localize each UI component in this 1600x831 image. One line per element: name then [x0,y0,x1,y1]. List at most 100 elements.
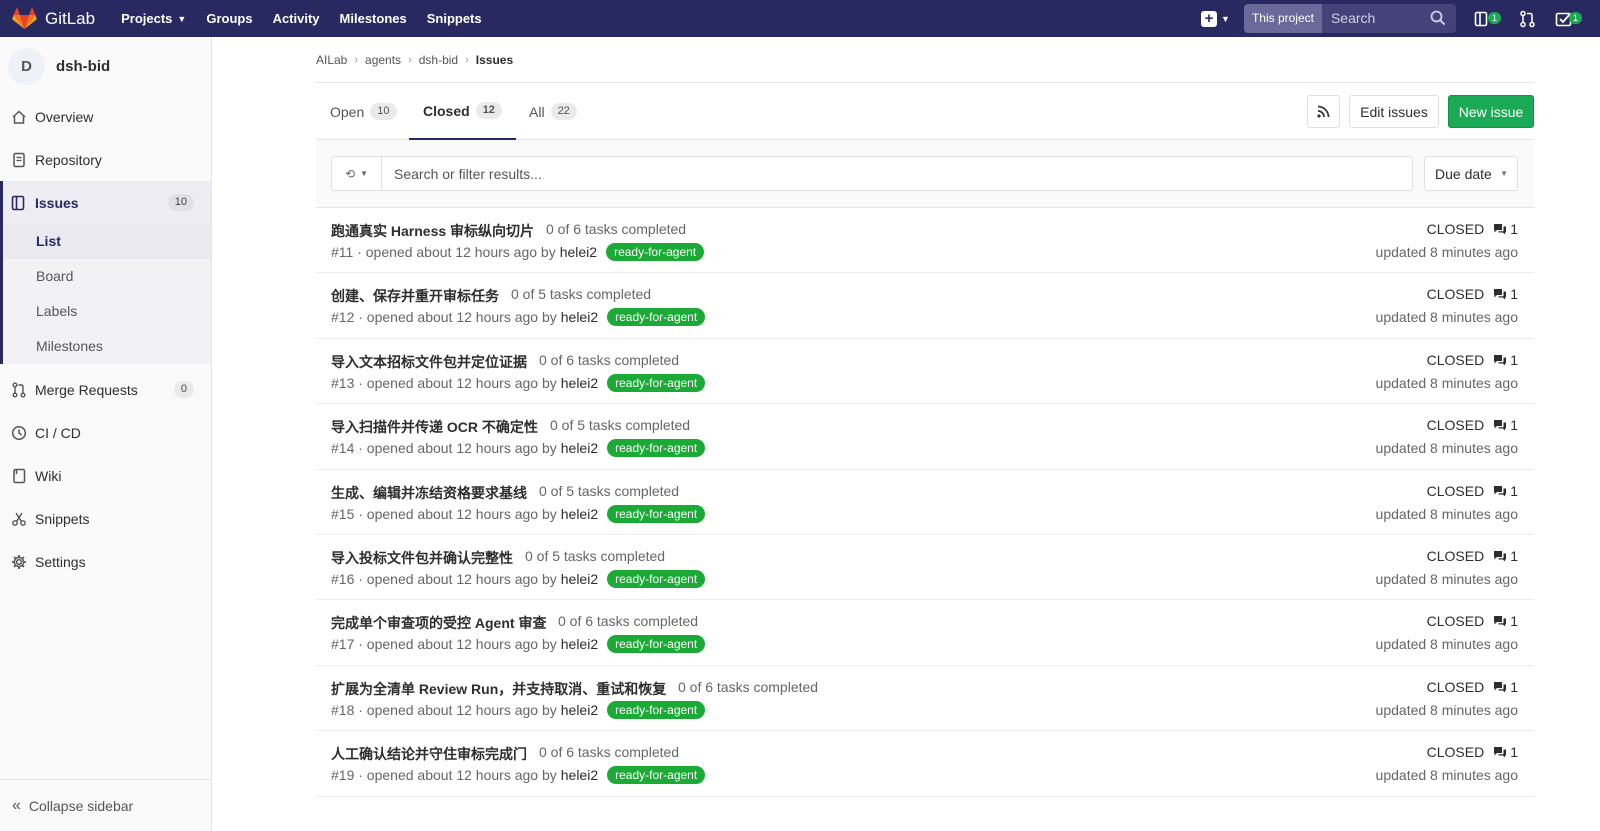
issue-comments-link[interactable]: 1 [1493,286,1518,302]
sidebar-item-issues[interactable]: Issues 10 [0,181,211,224]
nav-activity[interactable]: Activity [273,11,320,26]
issue-meta-text: #19 · opened about 12 hours ago by [331,767,557,784]
search-input[interactable]: Search [1321,4,1456,33]
issue-label-badge[interactable]: ready-for-agent [607,766,706,785]
todos-nav-button[interactable]: 1 [1555,10,1582,28]
issue-comments-link[interactable]: 1 [1493,613,1518,629]
sidebar-item-merge-requests[interactable]: Merge Requests 0 [0,368,211,411]
chevron-right-icon: › [354,53,359,66]
new-dropdown-button[interactable]: + ▼ [1201,10,1230,27]
issue-comments-link[interactable]: 1 [1493,744,1518,760]
issue-updated-time: updated 8 minutes ago [1375,244,1518,260]
breadcrumb-subgroup[interactable]: agents [365,53,401,67]
nav-milestones[interactable]: Milestones [340,11,407,26]
issue-title[interactable]: 生成、编辑并冻结资格要求基线 [331,483,527,503]
sidebar-project-header[interactable]: D dsh-bid [0,37,211,95]
sort-dropdown[interactable]: Due date ▼ [1424,156,1518,191]
issue-updated-time: updated 8 minutes ago [1375,309,1518,326]
rss-button[interactable] [1307,95,1340,128]
issue-comments-link[interactable]: 1 [1493,352,1518,368]
issue-comments-link[interactable]: 1 [1493,483,1518,499]
pipeline-icon [11,425,27,441]
sidebar-subitem-list[interactable]: List [3,224,211,259]
issue-row: 导入扫描件并传递 OCR 不确定性 0 of 5 tasks completed… [316,404,1534,470]
issue-author-link[interactable]: helei2 [560,244,597,260]
collapse-sidebar-label: Collapse sidebar [28,797,134,814]
issue-author-link[interactable]: helei2 [561,506,598,522]
issue-label-badge[interactable]: ready-for-agent [607,439,706,458]
sidebar-item-overview[interactable]: Overview [0,95,211,138]
gitlab-logo-link[interactable]: GitLab [12,0,95,37]
issue-row: 生成、编辑并冻结资格要求基线 0 of 5 tasks completed #1… [316,470,1534,535]
issue-author-link[interactable]: helei2 [561,309,598,325]
issues-count-badge: 10 [167,194,194,211]
issue-title[interactable]: 导入扫描件并传递 OCR 不确定性 [331,417,538,437]
issue-title[interactable]: 人工确认结论并守住审标完成门 [331,744,527,764]
issue-title[interactable]: 扩展为全清单 Review Run，并支持取消、重试和恢复 [331,679,666,699]
issue-status: CLOSED 1 [1427,417,1518,433]
issue-status: CLOSED 1 [1427,352,1518,368]
issues-nav-button[interactable]: 1 [1474,10,1501,28]
sidebar-item-label: Repository [35,151,102,168]
issue-author-link[interactable]: helei2 [561,767,598,783]
breadcrumb-current[interactable]: Issues [476,53,513,67]
nav-snippets[interactable]: Snippets [427,11,482,26]
issue-task-status: 0 of 5 tasks completed [550,417,691,434]
gear-icon [11,554,27,570]
sidebar-item-settings[interactable]: Settings [0,540,211,583]
sort-label: Due date [1435,165,1492,182]
issue-title[interactable]: 创建、保存并重开审标任务 [331,286,499,306]
issue-label-badge[interactable]: ready-for-agent [607,373,706,392]
top-navbar: GitLab Projects ▼ Groups Activity Milesto… [0,0,1600,37]
issue-comments-link[interactable]: 1 [1493,221,1518,237]
issue-comments-link[interactable]: 1 [1493,679,1518,695]
sidebar-subitem-board[interactable]: Board [3,259,211,294]
project-avatar: D [8,47,45,85]
issue-label-badge[interactable]: ready-for-agent [607,700,706,719]
tab-closed[interactable]: Closed 12 [409,83,516,140]
issue-title[interactable]: 导入投标文件包并确认完整性 [331,548,513,568]
sidebar-item-snippets[interactable]: Snippets [0,497,211,540]
merge-requests-nav-button[interactable] [1519,10,1537,28]
issue-title[interactable]: 导入文本招标文件包并定位证据 [331,352,527,372]
issue-comments-link[interactable]: 1 [1493,548,1518,564]
issue-author-link[interactable]: helei2 [561,375,598,391]
issue-label-badge[interactable]: ready-for-agent [607,635,706,654]
issue-author-link[interactable]: helei2 [561,636,598,652]
issue-title[interactable]: 跑通真实 Harness 审标纵向切片 [331,221,534,241]
issue-label-badge[interactable]: ready-for-agent [607,504,706,523]
issue-author-link[interactable]: helei2 [561,440,598,456]
issue-comment-count: 1 [1510,417,1518,434]
issue-row: 导入投标文件包并确认完整性 0 of 5 tasks completed #16… [316,535,1534,601]
issue-meta-text: #13 · opened about 12 hours ago by [331,374,557,391]
sidebar-item-wiki[interactable]: Wiki [0,454,211,497]
issue-row: 人工确认结论并守住审标完成门 0 of 6 tasks completed #1… [316,731,1534,797]
issue-label-badge[interactable]: ready-for-agent [607,569,706,588]
issue-meta-text: #15 · opened about 12 hours ago by [331,505,557,522]
issue-comment-count: 1 [1510,221,1518,237]
tab-open[interactable]: Open 10 [316,83,411,140]
sidebar-subitem-milestones[interactable]: Milestones [3,329,211,364]
issue-label-badge[interactable]: ready-for-agent [606,243,705,261]
issue-label-badge[interactable]: ready-for-agent [607,308,706,327]
nav-projects[interactable]: Projects ▼ [121,11,186,26]
issue-meta: #13 · opened about 12 hours ago by helei… [331,373,706,392]
recent-searches-button[interactable]: ⟲ ▼ [332,157,382,190]
breadcrumb-project[interactable]: dsh-bid [419,53,458,67]
nav-groups[interactable]: Groups [206,11,252,26]
breadcrumb-group[interactable]: AILab [316,53,347,67]
sidebar-item-cicd[interactable]: CI / CD [0,411,211,454]
search-scope[interactable]: This project [1243,4,1322,33]
sidebar-subitem-labels[interactable]: Labels [3,294,211,329]
new-issue-button[interactable]: New issue [1448,95,1534,128]
tab-all[interactable]: All 22 [515,83,591,140]
filter-search-input[interactable]: ⟲ ▼ Search or filter results... [331,156,1413,191]
collapse-sidebar-button[interactable]: « Collapse sidebar [0,779,211,831]
issue-meta-text: #17 · opened about 12 hours ago by [331,636,557,653]
sidebar-item-repository[interactable]: Repository [0,138,211,181]
edit-issues-button[interactable]: Edit issues [1349,95,1439,128]
issue-author-link[interactable]: helei2 [561,571,598,587]
issue-title[interactable]: 完成单个审查项的受控 Agent 审查 [331,613,546,633]
issue-comments-link[interactable]: 1 [1493,417,1518,433]
issue-author-link[interactable]: helei2 [561,702,598,718]
